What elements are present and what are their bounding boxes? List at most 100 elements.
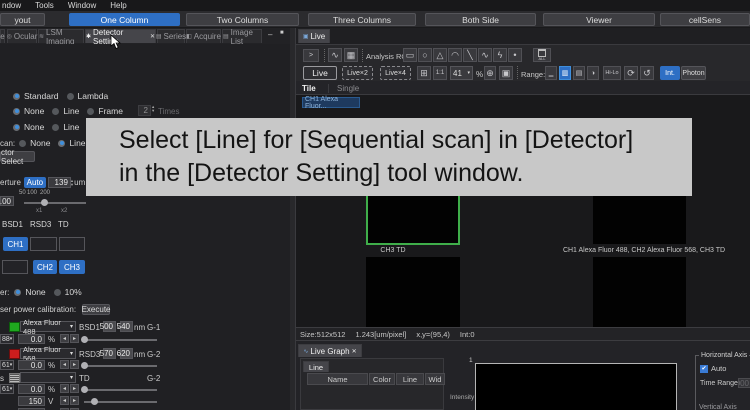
- avg1-none-radio[interactable]: [13, 108, 20, 115]
- laser2-dec-button[interactable]: ◂: [60, 360, 69, 369]
- one-column-button[interactable]: One Column: [69, 13, 180, 26]
- hv-slider-handle[interactable]: [91, 398, 98, 405]
- range-mid-button[interactable]: ▥: [559, 66, 571, 80]
- expand-toolbar-button[interactable]: >: [303, 49, 319, 62]
- tab-clipped[interactable]: e: [0, 29, 5, 43]
- channel-slot[interactable]: [30, 237, 57, 251]
- avg2-none-radio[interactable]: [13, 124, 20, 131]
- tab-acquire[interactable]: ◧ Acquire: [186, 29, 221, 43]
- laser2-slider[interactable]: [82, 365, 157, 367]
- time-range-input[interactable]: 000: [738, 378, 750, 388]
- dye2-to-input[interactable]: 620: [120, 348, 133, 359]
- laser1-slider-handle[interactable]: [81, 336, 88, 343]
- laser1-slider[interactable]: [82, 339, 157, 341]
- viewer-button[interactable]: Viewer: [543, 13, 655, 26]
- ch1-button[interactable]: CH1: [3, 237, 28, 251]
- lambda-radio[interactable]: [67, 93, 74, 100]
- laser2-inc-button[interactable]: ▸: [70, 360, 79, 369]
- laser3-power-input[interactable]: 0.0: [18, 384, 45, 394]
- dye2-from-input[interactable]: 570: [103, 348, 116, 359]
- laser3-dropdown[interactable]: 61 ▾: [0, 384, 14, 394]
- laser3-slider[interactable]: [82, 389, 157, 391]
- column-header-name[interactable]: Name: [307, 373, 368, 385]
- dye2-dropdown[interactable]: Alexa Fluor 568 ▾: [20, 348, 76, 359]
- hi-lo-button[interactable]: Hi-Lo: [603, 66, 621, 80]
- fit-to-window-button[interactable]: ⊞: [417, 66, 431, 80]
- roi-closed-curve-button[interactable]: ◠: [448, 48, 462, 62]
- range-auto-button[interactable]: ◑: [587, 66, 599, 80]
- roi-circle-button[interactable]: ○: [418, 48, 432, 62]
- reset-range-button[interactable]: ↺: [640, 66, 654, 80]
- laser3-slider-handle[interactable]: [81, 386, 88, 393]
- live-x2-button[interactable]: Live×2: [342, 66, 373, 80]
- tab-ocular[interactable]: ◎ Ocular: [7, 29, 37, 43]
- hv-input[interactable]: 150: [18, 396, 45, 406]
- aperture-scale-input[interactable]: .00: [0, 196, 14, 206]
- three-columns-button[interactable]: Three Columns: [308, 13, 416, 26]
- laser1-inc-button[interactable]: ▸: [70, 334, 79, 343]
- maximize-icon[interactable]: ■: [280, 30, 284, 36]
- laser1-dropdown[interactable]: 88 ▾: [0, 334, 14, 344]
- column-header-line[interactable]: Line: [396, 373, 424, 385]
- range-high-button[interactable]: ▤: [573, 66, 585, 80]
- column-header-color[interactable]: Color: [369, 373, 395, 385]
- column-header-width[interactable]: Wid: [425, 373, 445, 385]
- tab-tile[interactable]: Tile: [302, 84, 316, 93]
- minimize-icon[interactable]: ‒: [268, 30, 272, 39]
- tab-image-list[interactable]: ▤ Image List: [222, 29, 262, 43]
- line-series-tab[interactable]: Line: [303, 361, 329, 372]
- avg1-frame-radio[interactable]: [87, 108, 94, 115]
- aperture-stepper[interactable]: ▴ ▾: [71, 179, 73, 187]
- roi-polyline-button[interactable]: ϟ: [493, 48, 507, 62]
- live-x4-button[interactable]: Live×4: [380, 66, 411, 80]
- roi-curve-button[interactable]: ∿: [478, 48, 492, 62]
- detector-select-button[interactable]: ctor Select: [0, 151, 35, 162]
- laser2-slider-handle[interactable]: [81, 362, 88, 369]
- both-side-button[interactable]: Both Side: [425, 13, 536, 26]
- live-document-tab[interactable]: ▣ Live: [298, 29, 330, 43]
- tab-single[interactable]: Single: [328, 84, 359, 93]
- aperture-auto-button[interactable]: Auto: [24, 177, 46, 188]
- zoom-dropdown[interactable]: 41 ▾: [450, 66, 473, 80]
- ch3-button[interactable]: CH3: [59, 260, 85, 274]
- roi-line-button[interactable]: ╲: [463, 48, 477, 62]
- sequential-line-radio[interactable]: [58, 140, 65, 147]
- avg1-line-radio[interactable]: [52, 108, 59, 115]
- avg1-times-stepper[interactable]: ▴ ▾: [152, 105, 154, 113]
- laser1-dec-button[interactable]: ◂: [60, 334, 69, 343]
- range-low-button[interactable]: ▁: [545, 66, 557, 80]
- down-arrow-icon[interactable]: ▾: [152, 109, 154, 113]
- channel-chip[interactable]: CH1 Alexa Fluor...: [302, 97, 360, 108]
- aperture-slider[interactable]: [24, 202, 86, 204]
- channel-slot[interactable]: [59, 237, 85, 251]
- roi-polygon-button[interactable]: △: [433, 48, 447, 62]
- menu-item-help[interactable]: Help: [110, 1, 126, 10]
- menu-item-tools[interactable]: Tools: [35, 1, 54, 10]
- auto-checkbox[interactable]: ✔: [700, 365, 708, 373]
- live-graph-tab[interactable]: ∿ Live Graph ✕: [298, 344, 362, 357]
- filter-10-radio[interactable]: [54, 289, 61, 296]
- avg2-line-radio[interactable]: [52, 124, 59, 131]
- close-icon[interactable]: ✕: [352, 348, 357, 355]
- photon-mode-button[interactable]: Photon: [681, 66, 706, 80]
- actual-size-button[interactable]: 1:1: [433, 66, 447, 80]
- sequential-none-radio[interactable]: [19, 140, 26, 147]
- refresh-range-button[interactable]: ⟳: [624, 66, 638, 80]
- hv-inc-button[interactable]: ▸: [70, 396, 79, 405]
- channel-slot[interactable]: [2, 260, 28, 274]
- zoom-in-button[interactable]: ⊕: [484, 66, 496, 80]
- execute-button[interactable]: Execute: [82, 304, 110, 315]
- ch2-button[interactable]: CH2: [33, 260, 57, 274]
- aperture-value-input[interactable]: 139: [48, 177, 71, 188]
- live-button[interactable]: Live: [303, 66, 337, 80]
- roi-rectangle-button[interactable]: ▭: [403, 48, 417, 62]
- hv-dec-button[interactable]: ◂: [60, 396, 69, 405]
- overview-window-button[interactable]: ▣: [499, 66, 513, 80]
- dye3-dropdown[interactable]: ▾: [20, 372, 76, 383]
- laser2-power-input[interactable]: 0.0: [18, 360, 45, 370]
- close-icon[interactable]: ✕: [150, 33, 155, 40]
- dye1-from-input[interactable]: 500: [103, 321, 116, 332]
- menu-item-window[interactable]: Window: [68, 1, 96, 10]
- down-arrow-icon[interactable]: ▾: [71, 183, 73, 187]
- laser3-inc-button[interactable]: ▸: [70, 384, 79, 393]
